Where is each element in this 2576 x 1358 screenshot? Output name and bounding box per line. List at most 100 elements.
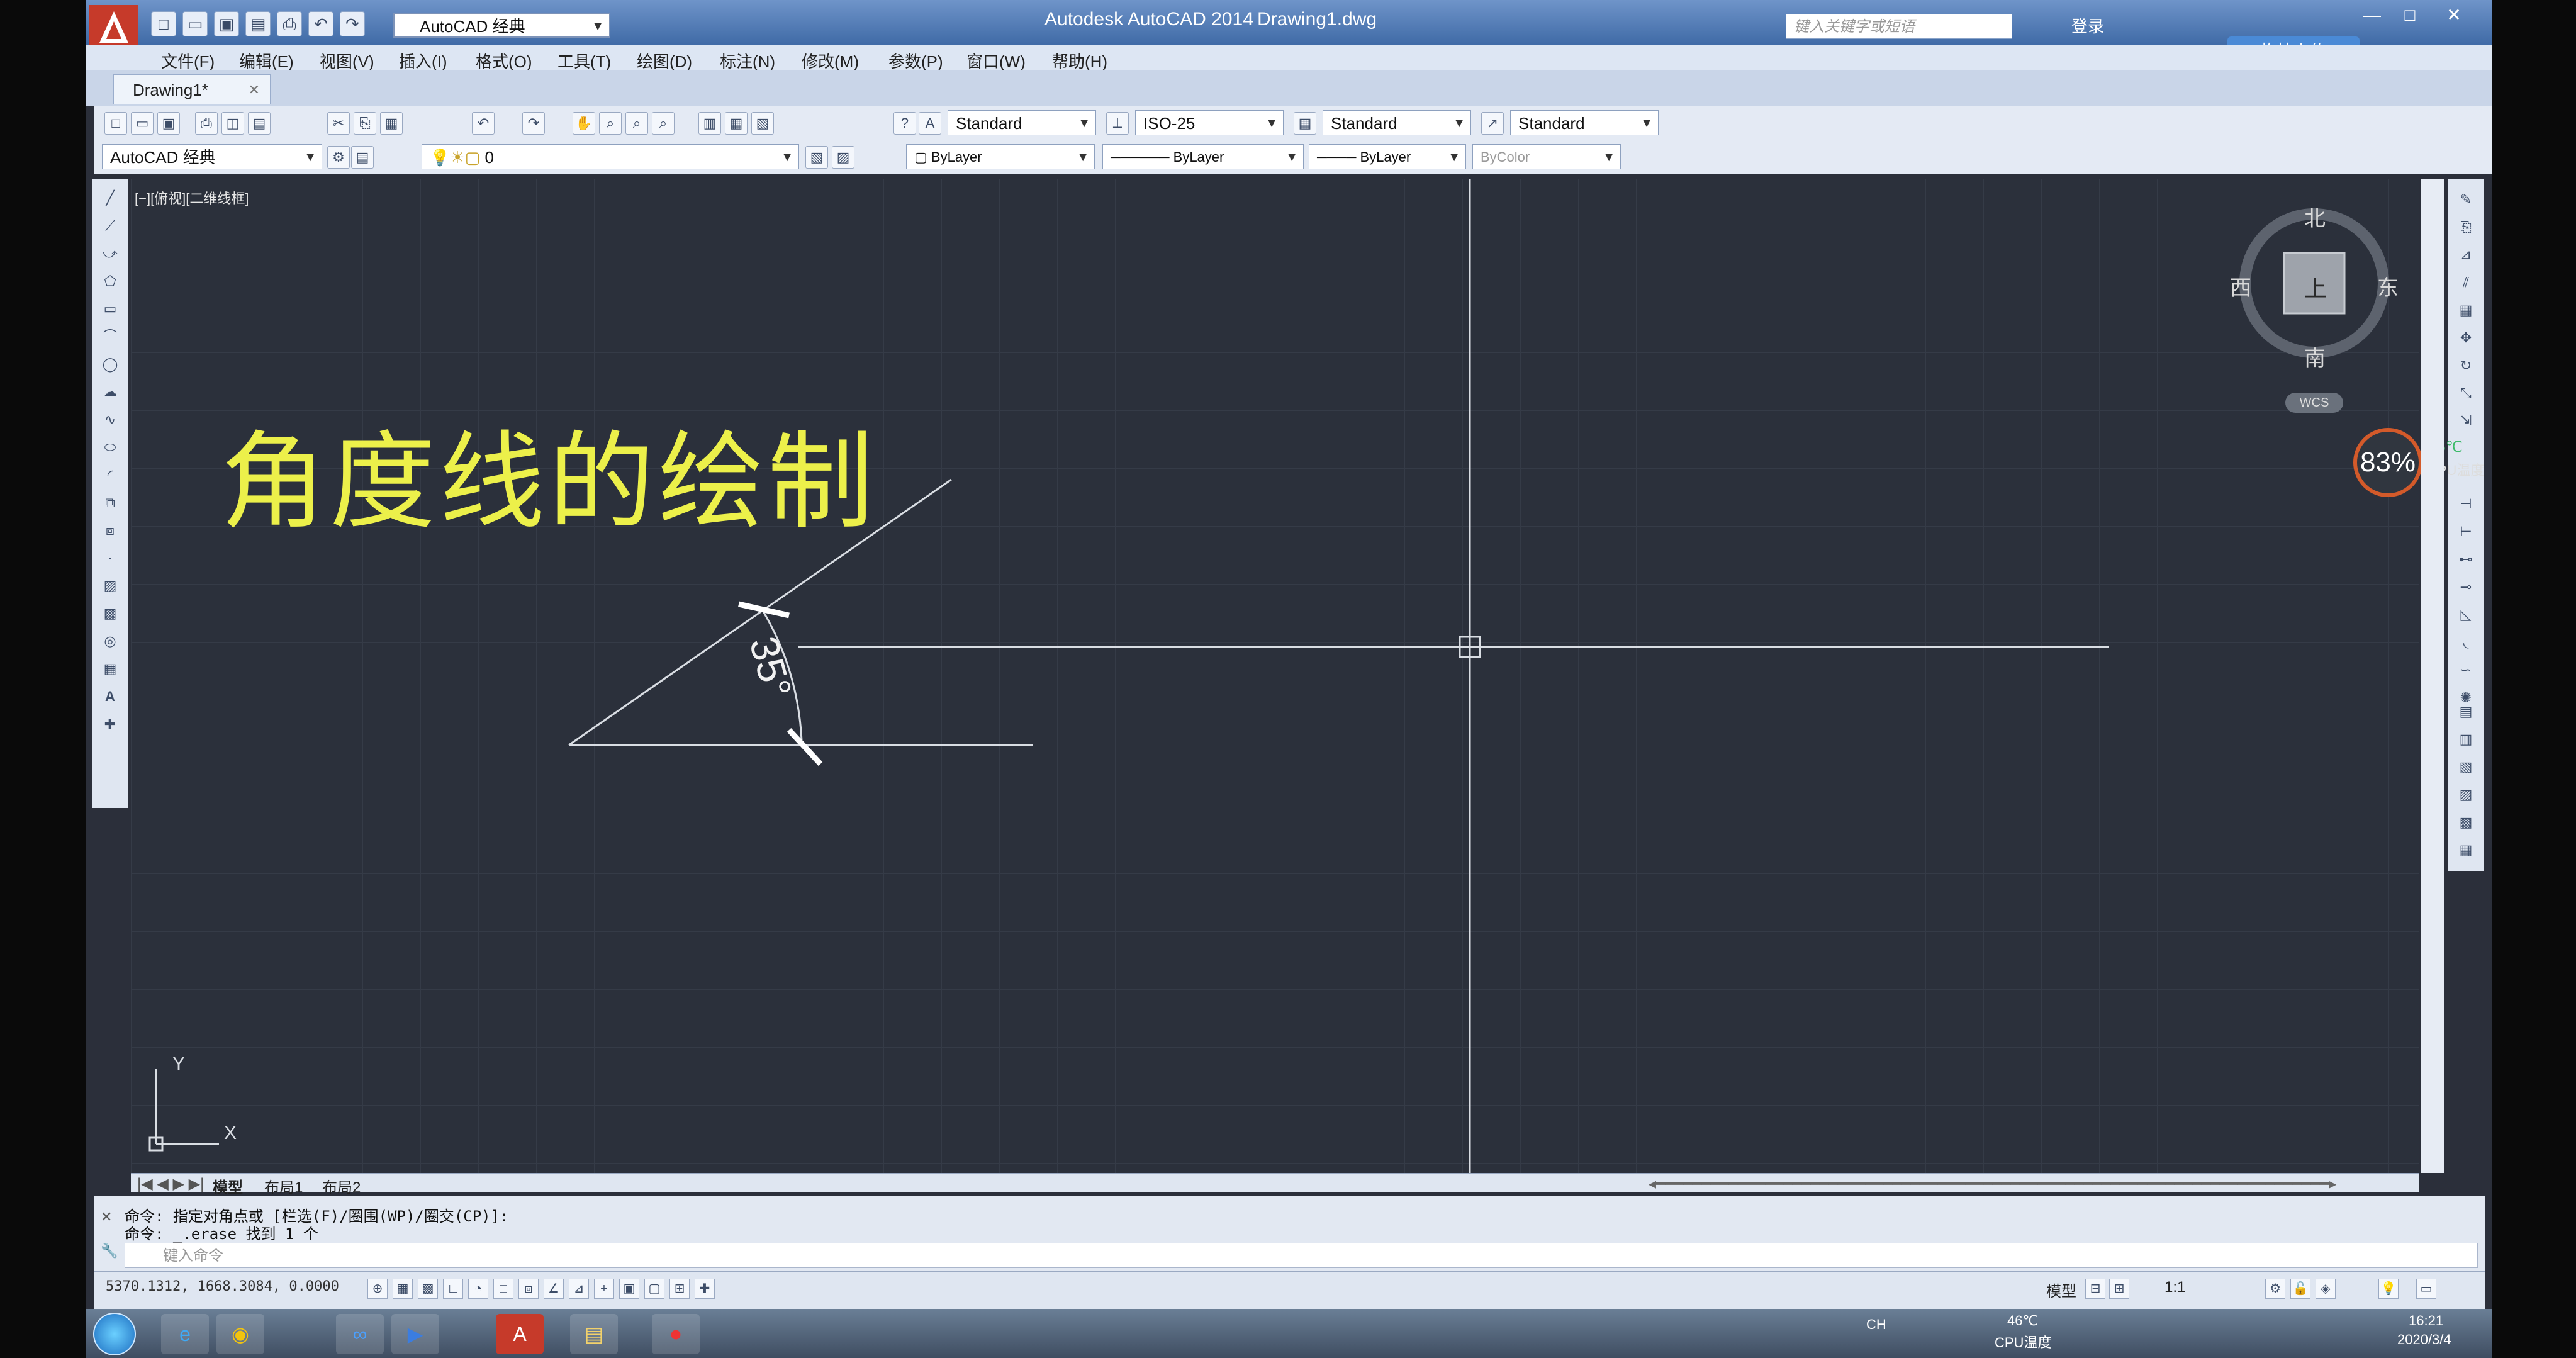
open-icon[interactable]: ▭: [131, 112, 154, 135]
zoom-window-icon[interactable]: ⌕: [625, 112, 648, 135]
cut-icon[interactable]: ✂: [327, 112, 350, 135]
layer-previous-icon[interactable]: ▨: [832, 146, 854, 169]
open-file-icon[interactable]: ▭: [182, 11, 208, 36]
menu-help[interactable]: 帮助(H): [1052, 49, 1107, 72]
zoom-previous-icon[interactable]: ⌕: [652, 112, 675, 135]
array-icon[interactable]: ▦: [2455, 300, 2477, 321]
layer-dropdown[interactable]: 💡☀▢ 0 ▼: [422, 144, 799, 169]
design-center-icon[interactable]: ▦: [725, 112, 748, 135]
zoom-realtime-icon[interactable]: ⌕: [599, 112, 622, 135]
lineweight-toggle-icon[interactable]: ▣: [619, 1279, 639, 1299]
tab-nav-arrows-icon[interactable]: |◀ ◀ ▶ ▶|: [137, 1175, 204, 1193]
print-icon[interactable]: ⎙: [277, 11, 302, 36]
isolate-objects-icon[interactable]: 💡: [2378, 1279, 2399, 1299]
close-tab-icon[interactable]: ✕: [249, 75, 260, 105]
make-current-layer-icon[interactable]: ▧: [805, 146, 828, 169]
quick-properties-icon[interactable]: ⊞: [669, 1279, 690, 1299]
dim-style-dropdown[interactable]: ISO-25 ▼: [1135, 110, 1284, 135]
quick-view-layouts-icon[interactable]: ⊟: [2085, 1279, 2105, 1299]
dynamic-input-icon[interactable]: +: [594, 1279, 614, 1299]
workspace-select[interactable]: AutoCAD 经典 ▼: [102, 144, 322, 169]
ie-browser-icon[interactable]: e: [161, 1314, 209, 1354]
construction-line-icon[interactable]: ⟋: [99, 215, 121, 237]
plotstyle-dropdown[interactable]: ByColor ▼: [1472, 144, 1621, 169]
drawing-canvas[interactable]: [−][俯视][二维线框] 角度线的绘制 35° Y X: [131, 179, 2419, 1173]
menu-parameters[interactable]: 参数(P): [888, 49, 943, 72]
workspace-switch-icon[interactable]: ⚙: [2265, 1279, 2285, 1299]
language-indicator[interactable]: CH: [1866, 1316, 1886, 1333]
arc-icon[interactable]: ⌒: [99, 326, 121, 347]
allow-ucs-icon[interactable]: ⊿: [569, 1279, 589, 1299]
menu-edit[interactable]: 编辑(E): [239, 49, 294, 72]
compass-south[interactable]: 南: [2304, 341, 2326, 372]
spline-icon[interactable]: ∿: [99, 409, 121, 430]
rotate-icon[interactable]: ↻: [2455, 355, 2477, 376]
erase-icon[interactable]: ✎: [2455, 189, 2477, 210]
draw-order-front-icon[interactable]: ▧: [2455, 756, 2477, 778]
redo-icon[interactable]: ↷: [522, 112, 545, 135]
model-space-label[interactable]: 模型: [2046, 1279, 2076, 1301]
transparency-icon[interactable]: ▢: [644, 1279, 664, 1299]
wcs-menu-button[interactable]: WCS: [2285, 393, 2343, 413]
draw-order-under-icon[interactable]: ▨: [2455, 784, 2477, 805]
hatch-icon[interactable]: ▨: [99, 575, 121, 597]
polar-tracking-icon[interactable]: ◔: [468, 1279, 488, 1299]
start-button-icon[interactable]: [93, 1313, 136, 1355]
tray-date[interactable]: 2020/3/4: [2397, 1332, 2451, 1348]
snap-mode-icon[interactable]: ▦: [393, 1279, 413, 1299]
layer-manager-icon[interactable]: ▤: [351, 146, 374, 169]
multileader-style-dropdown[interactable]: Standard ▼: [1510, 110, 1659, 135]
table-style-icon[interactable]: ▦: [1294, 112, 1316, 135]
coordinate-readout[interactable]: 5370.1312, 1668.3084, 0.0000: [106, 1279, 339, 1294]
help-icon[interactable]: ?: [893, 112, 916, 135]
mirror-icon[interactable]: ⊿: [2455, 244, 2477, 266]
scale-icon[interactable]: ⤡: [2455, 383, 2477, 404]
workspace-settings-icon[interactable]: ⚙: [327, 146, 350, 169]
line-icon[interactable]: ╱: [99, 188, 121, 209]
undo-icon[interactable]: ↶: [472, 112, 495, 135]
polyline-icon[interactable]: ⤻: [99, 243, 121, 264]
new-file-icon[interactable]: □: [151, 11, 176, 36]
region-icon[interactable]: ◎: [99, 631, 121, 652]
preview-icon[interactable]: ◫: [221, 112, 244, 135]
save-icon[interactable]: ▣: [214, 11, 239, 36]
menu-tools[interactable]: 工具(T): [557, 49, 611, 72]
publish-icon[interactable]: ▤: [248, 112, 271, 135]
clean-screen-icon[interactable]: ▭: [2416, 1279, 2436, 1299]
revision-cloud-icon[interactable]: ☁: [99, 381, 121, 403]
command-input[interactable]: 键入命令: [125, 1243, 2478, 1268]
trim-icon[interactable]: ⊣: [2455, 493, 2477, 515]
tab-layout2[interactable]: 布局2: [322, 1175, 361, 1197]
menu-window[interactable]: 窗口(W): [966, 49, 1026, 72]
paste-icon[interactable]: ▦: [380, 112, 403, 135]
viewcube[interactable]: 北 南 东 西 上: [2230, 201, 2399, 371]
screen-recorder-icon[interactable]: ⏺: [652, 1314, 700, 1354]
close-command-icon[interactable]: ✕: [101, 1209, 112, 1225]
viewport-controls-label[interactable]: [−][俯视][二维线框]: [135, 188, 249, 208]
minimize-icon[interactable]: —: [2353, 4, 2391, 26]
compass-east[interactable]: 东: [2377, 271, 2399, 301]
menu-dimension[interactable]: 标注(N): [720, 49, 775, 72]
toolbar-lock-icon[interactable]: 🔓: [2290, 1279, 2310, 1299]
new-icon[interactable]: □: [104, 112, 127, 135]
horizontal-scrollbar[interactable]: ◂━━━━━━━━━━━━━━━━━━━━━━━━━━━━━━━━━━━━━━━…: [1649, 1175, 2336, 1193]
plot-icon[interactable]: ⎙: [195, 112, 218, 135]
menu-format[interactable]: 格式(O): [476, 49, 532, 72]
search-input[interactable]: 键入关键字或短语: [1786, 14, 2012, 39]
object-snap-tracking-icon[interactable]: ∠: [544, 1279, 564, 1299]
rectangle-icon[interactable]: ▭: [99, 298, 121, 320]
quick-view-drawings-icon[interactable]: ⊞: [2109, 1279, 2129, 1299]
move-icon[interactable]: ✥: [2455, 327, 2477, 349]
stretch-icon[interactable]: ⇲: [2455, 410, 2477, 432]
hardware-accel-icon[interactable]: ◈: [2316, 1279, 2336, 1299]
wrench-icon[interactable]: 🔧: [101, 1243, 118, 1259]
make-block-icon[interactable]: ⧈: [99, 520, 121, 541]
menu-modify[interactable]: 修改(M): [802, 49, 859, 72]
multileader-style-icon[interactable]: ↗: [1481, 112, 1504, 135]
maximize-icon[interactable]: □: [2391, 4, 2429, 26]
media-player-icon[interactable]: ▶: [391, 1314, 439, 1354]
login-button[interactable]: 登录: [2071, 14, 2104, 37]
gradient-icon[interactable]: ▩: [99, 603, 121, 624]
file-explorer-icon[interactable]: ▤: [570, 1314, 618, 1354]
tool-palettes-icon[interactable]: ▧: [751, 112, 774, 135]
